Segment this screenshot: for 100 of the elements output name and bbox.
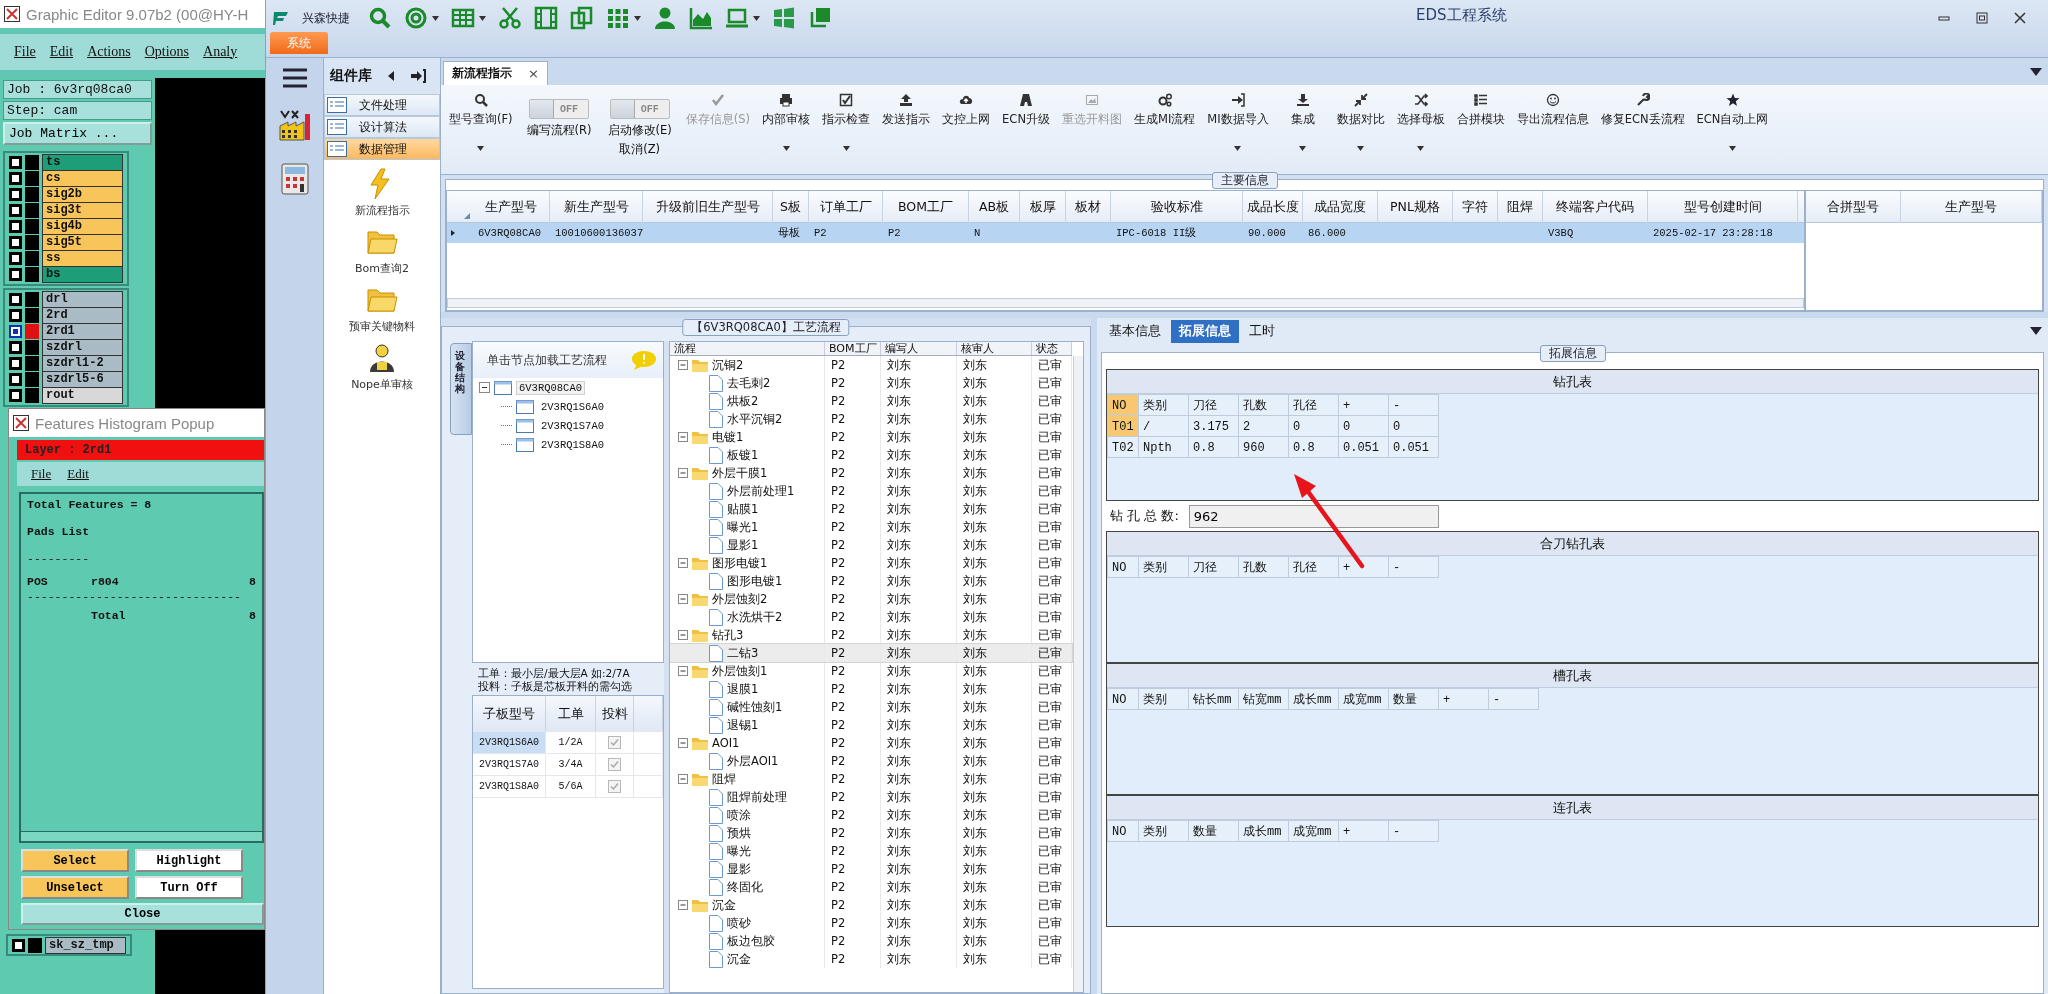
collapse-toggle-icon[interactable] — [678, 666, 688, 676]
layer-checkbox[interactable] — [9, 252, 22, 265]
column-header[interactable]: 合拼型号 — [1806, 191, 1901, 223]
splitter-handle[interactable] — [664, 341, 669, 993]
column-header[interactable]: - — [1388, 556, 1439, 578]
layer-checkbox[interactable] — [12, 939, 25, 952]
menu-item[interactable]: Analy — [203, 44, 238, 60]
toolbar-button[interactable]: 生成MI流程 — [1130, 91, 1200, 174]
grid-icon[interactable] — [606, 6, 630, 30]
column-header[interactable]: 类别 — [1138, 394, 1189, 416]
table-row[interactable]: 喷涂 P2 刘东 刘东 已审 — [670, 806, 1072, 824]
table-row[interactable]: 阻焊 P2 刘东 刘东 已审 — [670, 770, 1072, 788]
toolbar-button[interactable]: 发送指示 — [878, 91, 935, 174]
toolbar-button[interactable]: 集成 — [1276, 91, 1329, 174]
table-row[interactable]: 贴膜1 P2 刘东 刘东 已审 — [670, 500, 1072, 518]
category-item[interactable]: 文件处理 — [324, 94, 440, 116]
layer-checkbox[interactable] — [9, 373, 22, 386]
table-cell[interactable]: 2V3RQ1S6A0 — [473, 732, 546, 753]
column-header[interactable]: + — [1438, 688, 1489, 710]
table-row[interactable]: 图形电镀1 P2 刘东 刘东 已审 — [670, 554, 1072, 572]
tab[interactable]: 工时 — [1241, 319, 1283, 343]
menu-item[interactable]: Actions — [87, 44, 131, 60]
tree-node[interactable]: 2V3RQ1S8A0 — [538, 437, 607, 452]
caret-icon[interactable] — [1357, 146, 1365, 151]
table-row[interactable]: 沉金 P2 刘东 刘东 已审 — [670, 950, 1072, 968]
table-row[interactable]: 曝光1 P2 刘东 刘东 已审 — [670, 518, 1072, 536]
caret-icon[interactable] — [1234, 146, 1242, 151]
toolbar-button[interactable]: 内部审核 — [758, 91, 815, 174]
column-header[interactable]: - — [1388, 820, 1439, 842]
menu-item[interactable]: Options — [144, 44, 190, 60]
table-icon[interactable] — [451, 6, 475, 30]
splitter-handle[interactable] — [1091, 318, 1097, 994]
column-header[interactable]: + — [1338, 556, 1389, 578]
toolbar-button[interactable]: ECN自动上网 — [1692, 91, 1773, 174]
popup-button[interactable]: Turn Off — [135, 876, 243, 899]
column-header[interactable]: 成宽mm — [1338, 688, 1389, 710]
layer-checkbox[interactable] — [9, 309, 22, 322]
table-row[interactable]: 碱性蚀刻1 P2 刘东 刘东 已审 — [670, 698, 1072, 716]
table-cell[interactable]: 2V3RQ1S7A0 — [473, 754, 546, 775]
table-cell[interactable]: T01 — [1107, 415, 1139, 437]
collapse-toggle-icon[interactable] — [678, 630, 688, 640]
column-header[interactable]: 工单 — [546, 696, 596, 731]
scissors-icon[interactable] — [498, 6, 522, 30]
factory-icon[interactable] — [277, 108, 312, 142]
column-header[interactable]: NO — [1107, 394, 1139, 416]
column-header[interactable]: NO — [1107, 556, 1139, 578]
toolbar-button[interactable]: 指示检查 — [818, 91, 875, 174]
toolbar-button[interactable]: ECN升级 — [998, 91, 1054, 174]
tool-label[interactable]: Nope单审核 — [351, 377, 413, 392]
pin-icon[interactable] — [410, 69, 426, 83]
column-header[interactable]: 数量 — [1388, 688, 1439, 710]
popup-button[interactable]: Unselect — [21, 876, 129, 899]
table-row[interactable]: 外层干膜1 P2 刘东 刘东 已审 — [670, 464, 1072, 482]
table-row[interactable]: 退膜1 P2 刘东 刘东 已审 — [670, 680, 1072, 698]
toolbar-button[interactable]: 合拼模块 — [1452, 91, 1509, 174]
layer-checkbox[interactable] — [9, 156, 22, 169]
table-row[interactable]: 预烘 P2 刘东 刘东 已审 — [670, 824, 1072, 842]
toolbar-button[interactable]: 修复ECN丢流程 — [1596, 91, 1689, 174]
table-row[interactable]: 水洗烘干2 P2 刘东 刘东 已审 — [670, 608, 1072, 626]
column-header[interactable]: 子板型号 — [473, 696, 546, 731]
category-item[interactable]: 数据管理 — [324, 138, 440, 160]
layer-checkbox[interactable] — [9, 357, 22, 370]
table-row[interactable]: 去毛刺2 P2 刘东 刘东 已审 — [670, 374, 1072, 392]
column-header[interactable]: 流程 — [670, 342, 825, 355]
column-header[interactable]: 孔数 — [1238, 394, 1289, 416]
layers-icon[interactable] — [808, 6, 832, 30]
column-header[interactable]: + — [1338, 820, 1389, 842]
windows-icon[interactable] — [772, 6, 796, 30]
column-header[interactable]: + — [1338, 394, 1389, 416]
close-icon[interactable] — [2014, 12, 2026, 24]
tool-label[interactable]: Bom查询2 — [355, 261, 409, 276]
dropdown-arrow-icon[interactable] — [2030, 67, 2042, 76]
table-row[interactable]: 外层AOI1 P2 刘东 刘东 已审 — [670, 752, 1072, 770]
toolbar-button[interactable]: 导出流程信息 — [1512, 91, 1593, 174]
side-tab[interactable]: 设备结构 — [450, 343, 472, 435]
toolbar-button[interactable]: 文控上网 — [938, 91, 995, 174]
column-header[interactable]: BOM工厂 — [825, 342, 881, 355]
layer-checkbox[interactable] — [9, 268, 22, 281]
table-row[interactable]: 外层前处理1 P2 刘东 刘东 已审 — [670, 482, 1072, 500]
column-header[interactable]: 成长mm — [1238, 820, 1289, 842]
table-row[interactable]: 水平沉铜2 P2 刘东 刘东 已审 — [670, 410, 1072, 428]
caret-icon[interactable] — [842, 146, 850, 151]
tool-label[interactable]: 预审关键物料 — [349, 319, 415, 334]
caret-icon[interactable] — [432, 15, 439, 21]
layer-checkbox[interactable] — [9, 293, 22, 306]
menu-icon[interactable] — [281, 68, 308, 88]
copy-icon[interactable] — [570, 6, 594, 30]
dropdown-arrow-icon[interactable] — [2030, 327, 2042, 335]
column-header[interactable]: 类别 — [1138, 688, 1189, 710]
layer-checkbox[interactable] — [9, 236, 22, 249]
caret-icon[interactable] — [782, 146, 790, 151]
checked-checkbox-icon[interactable] — [608, 758, 621, 771]
menu-item[interactable]: File — [31, 466, 52, 482]
layer-checkbox[interactable] — [9, 389, 22, 402]
collapse-toggle-icon[interactable] — [678, 900, 688, 910]
collapse-toggle-icon[interactable] — [678, 594, 688, 604]
caret-icon[interactable] — [477, 146, 485, 151]
tree-node[interactable]: 6V3RQ08CA0 — [516, 380, 585, 395]
table-row[interactable]: 板镀1 P2 刘东 刘东 已审 — [670, 446, 1072, 464]
job-matrix-button[interactable]: Job Matrix ... — [3, 122, 152, 145]
